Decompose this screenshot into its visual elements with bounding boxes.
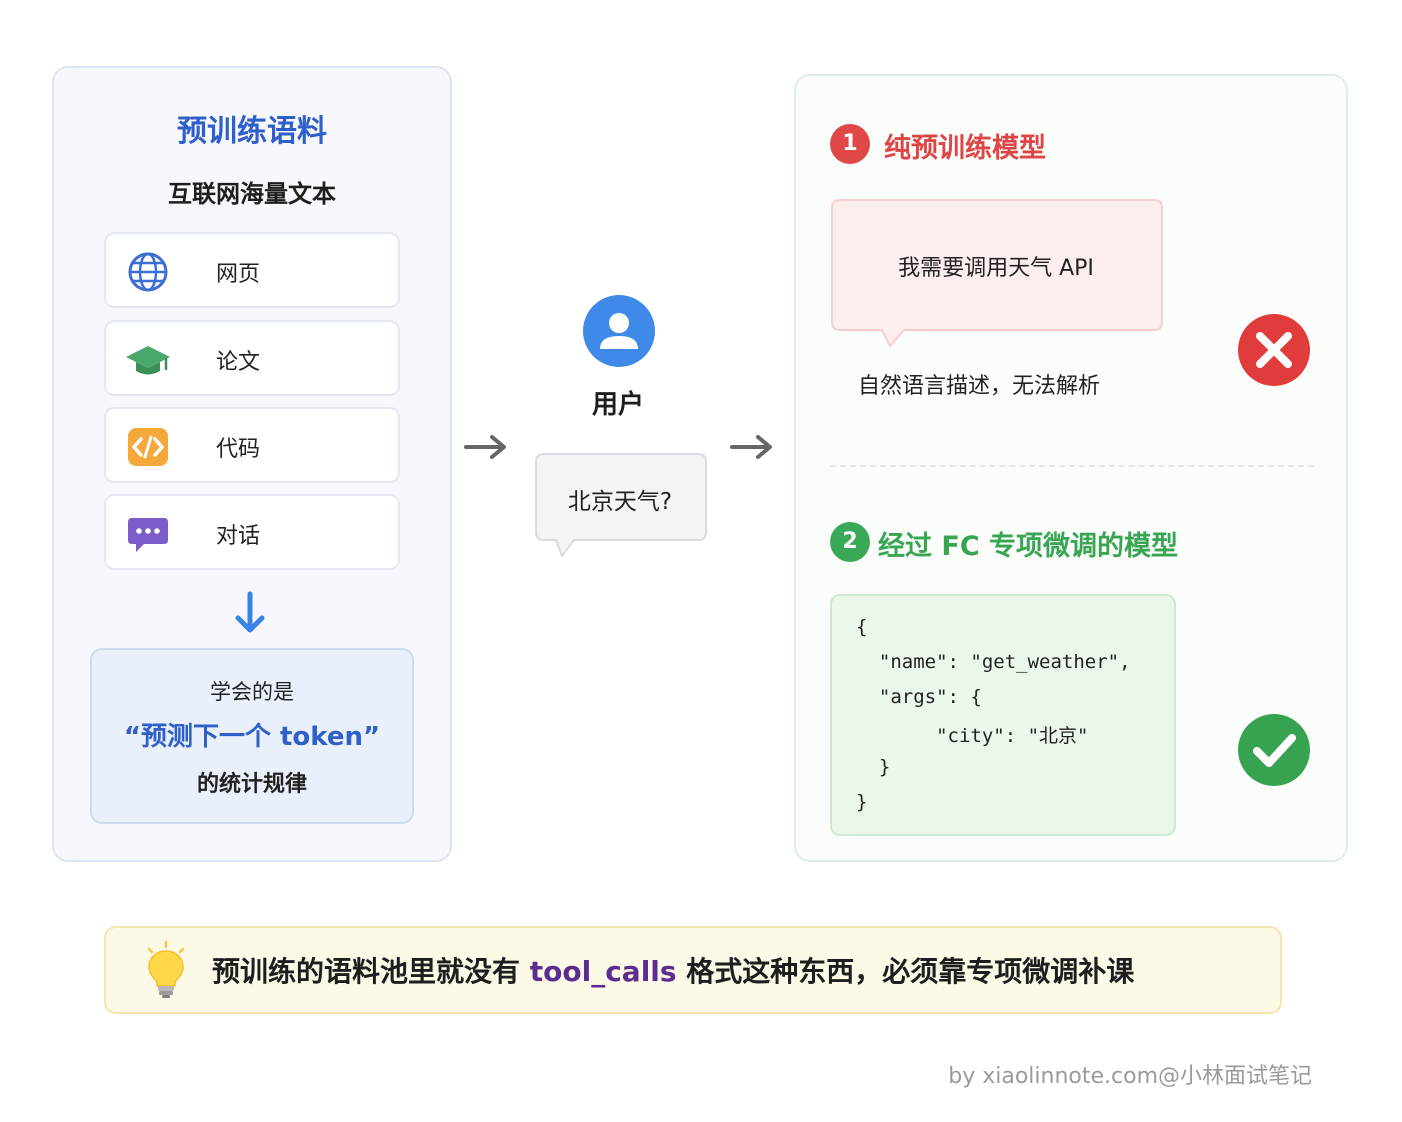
source-card-dialogue: 对话 (104, 494, 400, 570)
corpus-title: 预训练语料 (177, 114, 327, 149)
section-2-title: 经过 FC 专项微调的模型 (878, 531, 1179, 562)
right-arrow-icon (464, 435, 506, 459)
tip-text-before: 预训练的语料池里就没有 (212, 955, 530, 988)
lightbulb-icon (147, 940, 185, 998)
down-arrow-icon (235, 591, 265, 633)
chat-icon (128, 518, 168, 552)
learning-line-1: 学会的是 (210, 680, 294, 704)
section-2-badge: 2 (830, 522, 870, 562)
source-label-paper: 论文 (216, 350, 261, 375)
user-label: 用户 (591, 390, 644, 420)
user-query-text: 北京天气? (567, 489, 673, 515)
right-arrow-icon (730, 435, 772, 459)
pretrained-output-text: 我需要调用天气 API (898, 256, 1094, 281)
source-card-paper: 论文 (104, 320, 400, 396)
code-line: "city": "北京" (856, 725, 1089, 747)
graduation-cap-icon (126, 346, 170, 375)
learning-line-2: “预测下一个 token” (123, 722, 381, 752)
source-card-code: 代码 (104, 407, 400, 483)
globe-icon (128, 252, 168, 292)
source-label-web: 网页 (216, 262, 261, 287)
code-line: "name": "get_weather", (856, 651, 1131, 673)
watermark: by xiaolinnote.com@小林面试笔记 (948, 1064, 1312, 1089)
code-line: "args": { (856, 686, 982, 708)
function-call-json-box (830, 594, 1176, 836)
code-line: { (856, 616, 868, 638)
code-line: } (856, 791, 868, 813)
source-label-code: 代码 (216, 437, 261, 462)
tip-text: 预训练的语料池里就没有 tool_calls 格式这种东西，必须靠专项微调补课 (212, 950, 1134, 990)
source-label-dialogue: 对话 (216, 524, 261, 549)
section-1-badge: 1 (830, 124, 870, 164)
tip-code-term: tool_calls (529, 955, 677, 988)
user-avatar-icon (583, 295, 655, 367)
learning-line-3: 的统计规律 (196, 772, 307, 797)
source-card-web: 网页 (104, 232, 400, 308)
section-1-title: 纯预训练模型 (884, 133, 1046, 164)
corpus-subtitle: 互联网海量文本 (168, 180, 336, 208)
check-icon (1238, 714, 1310, 786)
x-icon (1238, 314, 1310, 386)
pretrained-output-note: 自然语言描述，无法解析 (858, 374, 1101, 399)
section-divider (830, 465, 1314, 467)
code-icon (128, 428, 168, 466)
code-line: } (856, 756, 891, 778)
tip-text-after: 格式这种东西，必须靠专项微调补课 (676, 955, 1135, 988)
